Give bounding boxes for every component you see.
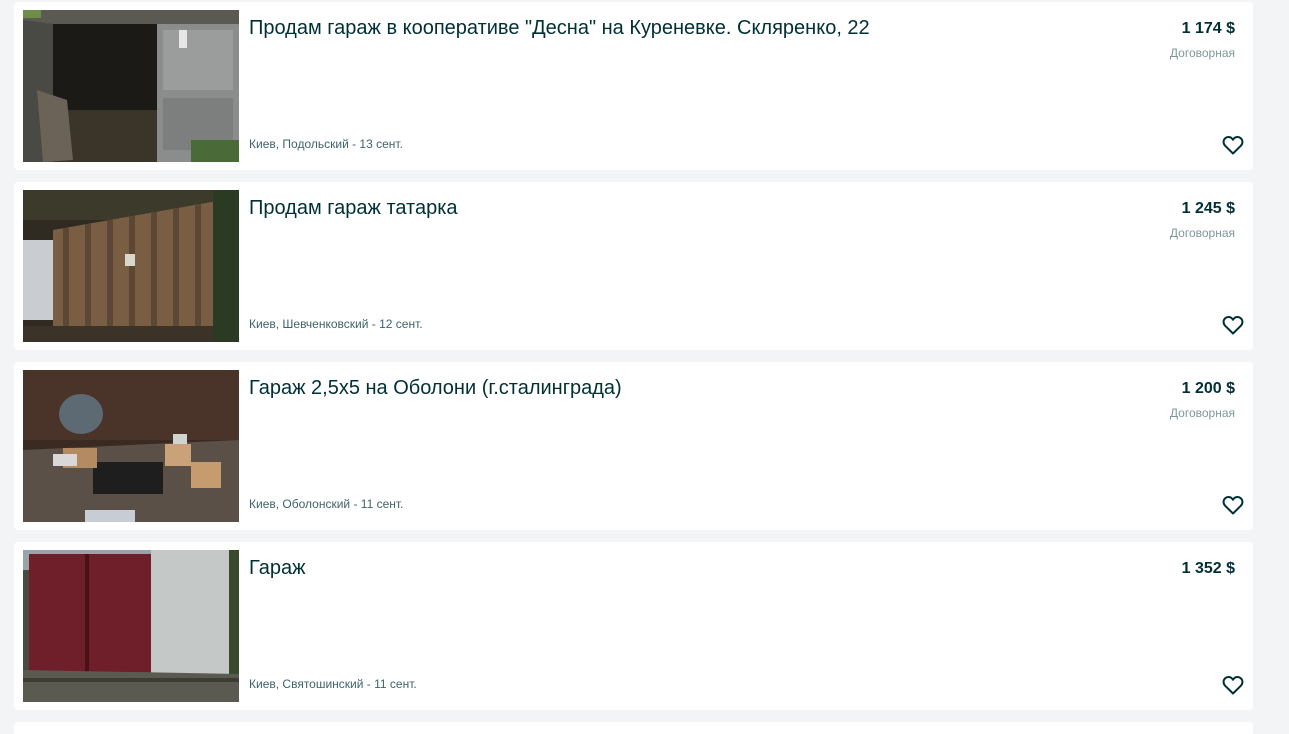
listing-card[interactable]: Продам гараж в кооперативе "Десна" на Ку… (14, 2, 1253, 170)
listing-photo[interactable] (23, 10, 239, 162)
listing-price: 1 174 $ (1181, 20, 1235, 37)
listing-price: 1 352 $ (1181, 560, 1235, 577)
listing-location-date: Киев, Святошинский - 11 сент. (249, 677, 417, 691)
favorite-button[interactable] (1221, 133, 1245, 157)
heart-outline-icon (1222, 315, 1244, 335)
listing-card[interactable]: Продам гараж татарка 1 245 $ Договорная … (14, 182, 1253, 350)
listing-title[interactable]: Продам гараж татарка (249, 196, 1129, 220)
listing-price: 1 245 $ (1181, 200, 1235, 217)
listing-location-date: Киев, Подольский - 13 сент. (249, 137, 403, 151)
listing-photo[interactable] (23, 190, 239, 342)
listing-price: 1 200 $ (1181, 380, 1235, 397)
listing-photo[interactable] (23, 370, 239, 522)
wooden-garage-photo (23, 190, 239, 342)
metal-garage-photo (23, 550, 239, 702)
favorite-button[interactable] (1221, 673, 1245, 697)
heart-outline-icon (1222, 135, 1244, 155)
listing-card[interactable]: Гараж 2,5х5 на Оболони (г.сталинграда) 1… (14, 362, 1253, 530)
garage-interior-photo (23, 370, 239, 522)
garage-open-door-photo (23, 10, 239, 162)
listing-card[interactable]: Гараж 1 352 $ Киев, Святошинский - 11 се… (14, 542, 1253, 710)
heart-outline-icon (1222, 675, 1244, 695)
listing-title[interactable]: Гараж 2,5х5 на Оболони (г.сталинграда) (249, 376, 1129, 400)
listing-list: Продам гараж в кооперативе "Десна" на Ку… (14, 2, 1253, 722)
listing-title[interactable]: Гараж (249, 556, 1129, 580)
favorite-button[interactable] (1221, 313, 1245, 337)
listing-card-partial (14, 722, 1253, 734)
listing-title[interactable]: Продам гараж в кооперативе "Десна" на Ку… (249, 16, 1129, 40)
listing-location-date: Киев, Оболонский - 11 сент. (249, 497, 404, 511)
heart-outline-icon (1222, 495, 1244, 515)
price-negotiable-label: Договорная (1169, 406, 1235, 420)
listing-location-date: Киев, Шевченковский - 12 сент. (249, 317, 423, 331)
price-negotiable-label: Договорная (1169, 226, 1235, 240)
price-negotiable-label: Договорная (1169, 46, 1235, 60)
listing-photo[interactable] (23, 550, 239, 702)
favorite-button[interactable] (1221, 493, 1245, 517)
